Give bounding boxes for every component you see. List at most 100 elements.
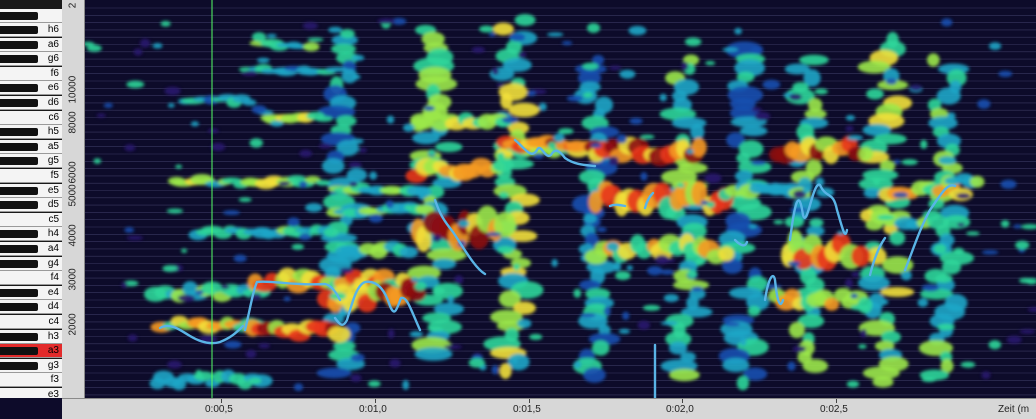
energy-blob bbox=[769, 182, 782, 191]
energy-blob bbox=[814, 88, 828, 95]
energy-blob bbox=[96, 113, 106, 118]
piano-black-key[interactable] bbox=[0, 12, 38, 20]
piano-black-key[interactable] bbox=[0, 84, 38, 93]
piano-key-e4[interactable]: e4 bbox=[0, 285, 62, 300]
piano-key-a4[interactable]: a4 bbox=[0, 242, 62, 256]
piano-key-d5[interactable]: d5 bbox=[0, 198, 62, 213]
piano-key-h3[interactable]: h3 bbox=[0, 329, 62, 344]
piano-key-label: f3 bbox=[50, 374, 59, 386]
piano-key-c6[interactable]: c6 bbox=[0, 110, 62, 125]
energy-blob bbox=[404, 204, 413, 211]
energy-blob bbox=[966, 231, 980, 236]
energy-blob bbox=[307, 37, 324, 42]
energy-blob bbox=[686, 149, 694, 154]
energy-blob bbox=[348, 161, 362, 169]
piano-black-key[interactable] bbox=[0, 157, 38, 166]
energy-blob bbox=[435, 141, 463, 153]
piano-key-a3[interactable]: a3 bbox=[0, 344, 62, 359]
piano-black-key[interactable] bbox=[0, 303, 38, 312]
energy-blob bbox=[749, 181, 764, 188]
piano-key-c5[interactable]: c5 bbox=[0, 212, 62, 227]
energy-blob bbox=[935, 273, 953, 283]
piano-key-g3[interactable]: g3 bbox=[0, 358, 62, 373]
piano-black-key[interactable] bbox=[0, 99, 38, 107]
energy-blob bbox=[508, 102, 540, 118]
piano-black-key[interactable] bbox=[0, 332, 38, 341]
energy-blob bbox=[414, 281, 427, 291]
piano-key-e6[interactable]: e6 bbox=[0, 81, 62, 96]
piano-key-g4[interactable]: g4 bbox=[0, 256, 62, 271]
piano-key-h5[interactable]: h5 bbox=[0, 125, 62, 140]
piano-key-g5[interactable]: g5 bbox=[0, 154, 62, 169]
energy-blob bbox=[479, 25, 494, 33]
energy-blob bbox=[298, 233, 312, 241]
energy-blob bbox=[256, 57, 270, 63]
piano-keyboard[interactable]: h6 a6 g6 f6 e6 d6 c6 h5 a5 g5 f5 e5 d5 c5 h4 a4 g4 f4 e4 d4… bbox=[0, 0, 62, 398]
piano-black-key[interactable] bbox=[0, 128, 38, 137]
piano-black-key[interactable] bbox=[0, 347, 38, 356]
energy-blob bbox=[258, 343, 270, 349]
x-tick-mark bbox=[682, 399, 683, 403]
energy-blob bbox=[582, 62, 599, 70]
piano-black-key[interactable] bbox=[0, 142, 38, 151]
energy-blob bbox=[920, 139, 928, 149]
piano-key-f6[interactable]: f6 bbox=[0, 66, 62, 81]
energy-blob bbox=[573, 288, 582, 298]
piano-black-key[interactable] bbox=[0, 40, 38, 49]
spectral-energy bbox=[85, 14, 1036, 392]
energy-blob bbox=[211, 142, 226, 152]
piano-key-label: d5 bbox=[47, 199, 59, 211]
energy-blob bbox=[409, 331, 423, 338]
piano-key-top[interactable] bbox=[0, 9, 62, 23]
energy-blob bbox=[1019, 329, 1036, 334]
piano-black-key[interactable] bbox=[0, 186, 38, 195]
energy-blob bbox=[412, 131, 440, 145]
piano-black-key[interactable] bbox=[0, 26, 38, 34]
piano-key-d6[interactable]: d6 bbox=[0, 96, 62, 110]
piano-key-d4[interactable]: d4 bbox=[0, 300, 62, 315]
piano-key-e3[interactable]: e3 bbox=[0, 388, 62, 398]
energy-blob bbox=[513, 263, 521, 271]
piano-black-key[interactable] bbox=[0, 55, 38, 64]
piano-key-e5[interactable]: e5 bbox=[0, 183, 62, 198]
y-axis-top-label: 2 bbox=[67, 2, 79, 9]
energy-blob bbox=[787, 361, 796, 371]
energy-blob bbox=[863, 187, 881, 199]
piano-key-f4[interactable]: f4 bbox=[0, 271, 62, 286]
energy-blob bbox=[762, 79, 781, 90]
piano-black-key[interactable] bbox=[0, 230, 38, 239]
piano-black-key[interactable] bbox=[0, 288, 38, 297]
piano-key-g6[interactable]: g6 bbox=[0, 52, 62, 67]
energy-blob bbox=[608, 156, 619, 166]
piano-key-c4[interactable]: c4 bbox=[0, 315, 62, 329]
piano-key-a5[interactable]: a5 bbox=[0, 139, 62, 154]
energy-blob bbox=[695, 257, 704, 266]
piano-black-key[interactable] bbox=[0, 361, 38, 370]
piano-key-a6[interactable]: a6 bbox=[0, 37, 62, 52]
energy-blob bbox=[444, 344, 462, 350]
spectrogram-canvas[interactable] bbox=[85, 0, 1036, 398]
piano-key-h4[interactable]: h4 bbox=[0, 227, 62, 242]
energy-blob bbox=[615, 271, 631, 281]
energy-blob bbox=[637, 320, 651, 330]
energy-blob bbox=[287, 217, 300, 228]
energy-blob bbox=[315, 116, 333, 122]
piano-key-h6[interactable]: h6 bbox=[0, 23, 62, 37]
energy-blob bbox=[152, 43, 163, 49]
piano-black-key[interactable] bbox=[0, 259, 38, 268]
spectrogram[interactable] bbox=[85, 0, 1036, 398]
energy-blob bbox=[850, 304, 869, 311]
energy-blob bbox=[751, 107, 762, 112]
piano-key-f3[interactable]: f3 bbox=[0, 373, 62, 388]
energy-blob bbox=[351, 54, 365, 61]
energy-blob bbox=[251, 105, 267, 114]
energy-blob bbox=[1015, 240, 1030, 250]
energy-blob bbox=[385, 200, 394, 209]
energy-blob bbox=[619, 69, 636, 79]
piano-black-key[interactable] bbox=[0, 201, 38, 210]
energy-blob bbox=[350, 374, 362, 382]
piano-key-f5[interactable]: f5 bbox=[0, 169, 62, 183]
piano-black-key[interactable] bbox=[0, 245, 38, 253]
energy-blob bbox=[511, 358, 518, 365]
energy-blob bbox=[423, 105, 435, 111]
